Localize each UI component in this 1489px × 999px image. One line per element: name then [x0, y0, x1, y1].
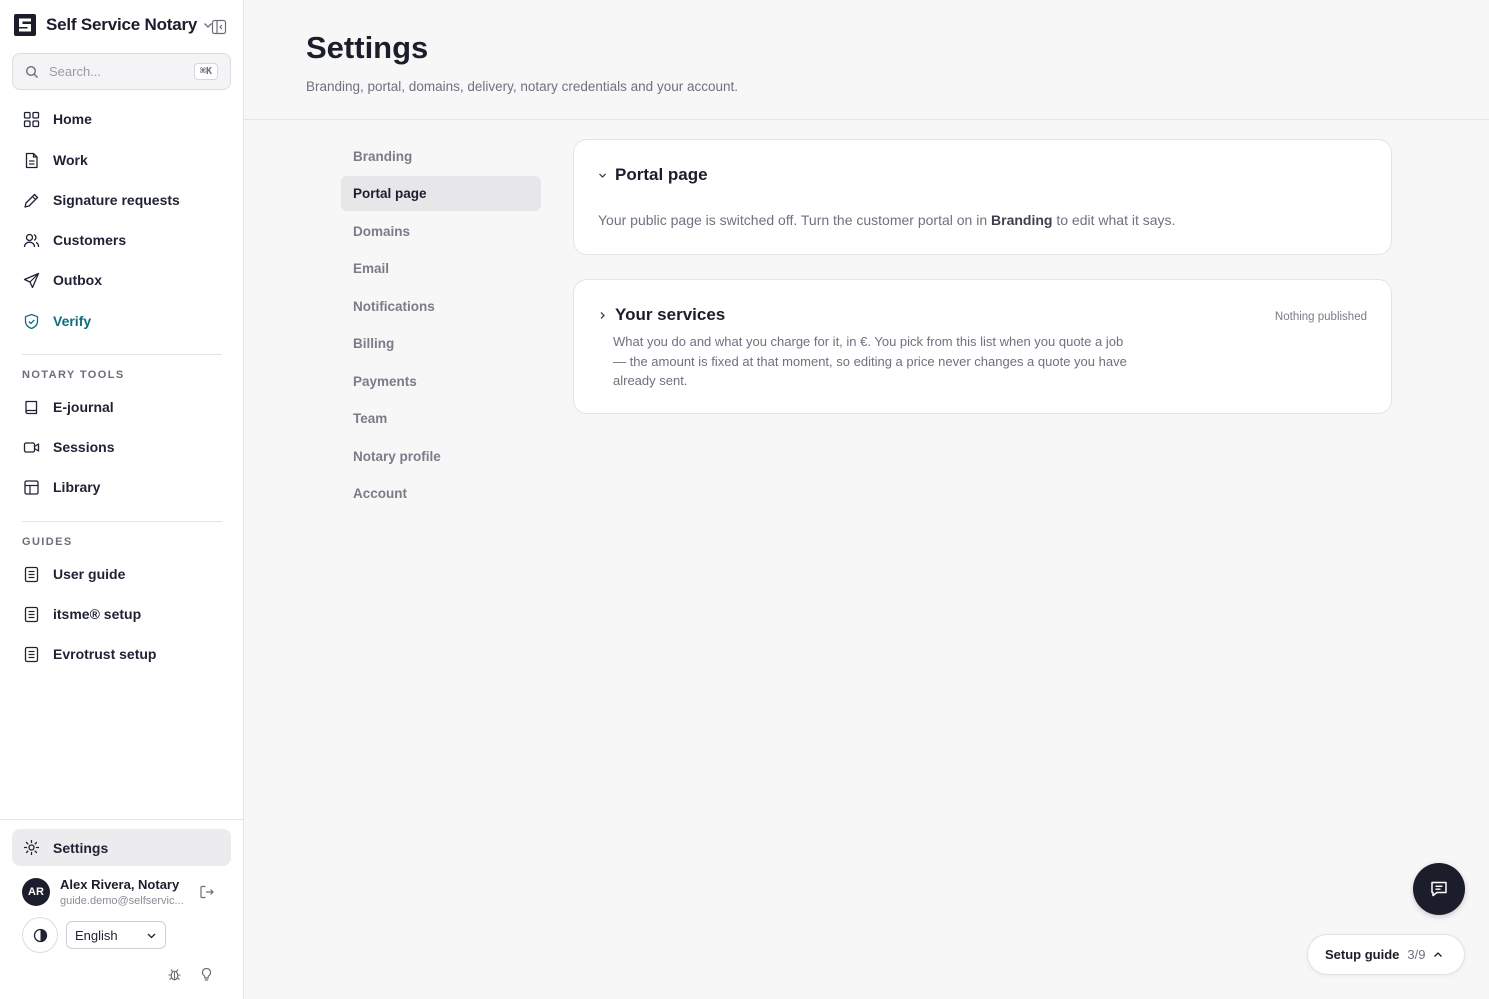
logout-icon[interactable]: [199, 884, 215, 900]
page-header: Settings Branding, portal, domains, deli…: [244, 0, 1489, 120]
collapse-sidebar-icon[interactable]: [211, 19, 227, 35]
video-icon: [23, 441, 40, 453]
sidebar-footer-divider: [0, 819, 243, 820]
settings-nav-team[interactable]: Team: [341, 401, 541, 436]
nav-label: Signature requests: [53, 192, 180, 208]
nav-label: Verify: [53, 313, 92, 329]
nav-label: itsme® setup: [53, 606, 142, 622]
settings-nav-domains[interactable]: Domains: [341, 214, 541, 249]
pen-icon: [24, 193, 39, 208]
chevron-down-icon: [599, 173, 606, 178]
settings-nav-account[interactable]: Account: [341, 476, 541, 511]
settings-nav-portal-page[interactable]: Portal page: [341, 176, 541, 211]
your-services-card: Your services Nothing published What you…: [573, 279, 1392, 414]
user-email: guide.demo@selfservic...: [60, 895, 184, 907]
setup-guide-progress: 3/9: [1407, 947, 1426, 962]
nav-item-verify[interactable]: Verify: [12, 303, 231, 339]
chevron-right-icon: [600, 311, 605, 319]
grid-icon: [23, 111, 40, 127]
section-title-guides: GUIDES: [22, 536, 73, 548]
chevron-up-icon: [1434, 951, 1443, 957]
card-title: Your services: [615, 305, 726, 324]
nav-label: Library: [53, 479, 101, 495]
search-placeholder: Search...: [49, 64, 102, 79]
nav-label: Sessions: [53, 439, 115, 455]
sidebar-divider: [22, 354, 222, 355]
page-subtitle: Branding, portal, domains, delivery, not…: [306, 79, 738, 94]
book-icon: [25, 400, 38, 414]
portal-page-card-header[interactable]: Portal page: [598, 165, 708, 185]
nav-item-sessions[interactable]: Sessions: [12, 429, 231, 465]
nav-label: Outbox: [53, 272, 102, 288]
setup-guide-label: Setup guide: [1325, 947, 1400, 962]
nav-label: Evrotrust setup: [53, 646, 157, 662]
setup-guide-button[interactable]: Setup guide 3/9: [1307, 934, 1465, 975]
nav-item-work[interactable]: Work: [12, 142, 231, 178]
guide-book-icon: [24, 566, 39, 582]
search-icon: [25, 65, 38, 78]
portal-page-message: Your public page is switched off. Turn t…: [598, 212, 1175, 228]
your-services-card-header[interactable]: Your services: [598, 305, 725, 325]
search-shortcut: ⌘K: [193, 63, 218, 80]
sidebar-divider: [22, 521, 222, 522]
language-selected: English: [75, 927, 118, 943]
settings-nav-billing[interactable]: Billing: [341, 326, 541, 361]
users-icon: [23, 233, 40, 247]
nav-item-evrotrust-setup[interactable]: Evrotrust setup: [12, 636, 231, 672]
settings-nav-payments[interactable]: Payments: [341, 364, 541, 399]
services-description: What you do and what you charge for it, …: [613, 334, 1127, 388]
settings-nav-notary-profile[interactable]: Notary profile: [341, 439, 541, 474]
nav-item-signature-requests[interactable]: Signature requests: [12, 182, 231, 218]
contrast-icon: [33, 928, 47, 942]
page-title: Settings: [306, 30, 429, 65]
settings-nav-notifications[interactable]: Notifications: [341, 289, 541, 324]
portal-page-card: Portal page Your public page is switched…: [573, 139, 1392, 255]
brand-switcher[interactable]: Self Service Notary: [14, 14, 213, 36]
nav-label: E-journal: [53, 399, 114, 415]
bug-report-icon[interactable]: [167, 967, 182, 982]
nav-label: Customers: [53, 232, 127, 248]
search-input[interactable]: Search... ⌘K: [12, 53, 231, 90]
nav-item-home[interactable]: Home: [12, 101, 231, 137]
sidebar: Self Service Notary Search... ⌘K Home Wo…: [0, 0, 244, 999]
nav-item-e-journal[interactable]: E-journal: [12, 389, 231, 425]
theme-toggle-button[interactable]: [22, 917, 58, 953]
nav-item-user-guide[interactable]: User guide: [12, 556, 231, 592]
avatar: AR: [22, 878, 50, 906]
nav-item-itsme-setup[interactable]: itsme® setup: [12, 596, 231, 632]
publish-status: Nothing published: [1274, 311, 1367, 323]
document-icon: [25, 152, 38, 168]
portal-message-text-end: to edit what it says.: [1052, 212, 1176, 228]
guide-book-icon: [24, 646, 39, 662]
shield-check-icon: [24, 313, 39, 329]
nav-label: Home: [53, 111, 92, 127]
portal-message-text: Your public page is switched off. Turn t…: [598, 212, 992, 228]
settings-nav-email[interactable]: Email: [341, 251, 541, 286]
card-title: Portal page: [615, 165, 708, 184]
lightbulb-icon[interactable]: [199, 967, 214, 982]
settings-nav-branding[interactable]: Branding: [341, 139, 541, 174]
nav-label: Settings: [53, 839, 109, 856]
branding-link-text: Branding: [991, 212, 1053, 228]
send-icon: [23, 272, 40, 288]
gear-icon: [23, 839, 40, 856]
chevron-down-icon: [147, 933, 156, 938]
user-name: Alex Rivera, Notary: [60, 877, 180, 892]
language-select[interactable]: English: [66, 921, 166, 949]
app-name: Self Service Notary: [46, 15, 198, 34]
app-logo-icon: [14, 14, 36, 36]
nav-item-settings[interactable]: Settings: [12, 829, 231, 866]
nav-item-library[interactable]: Library: [12, 469, 231, 505]
chat-button[interactable]: [1413, 863, 1465, 915]
nav-item-outbox[interactable]: Outbox: [12, 262, 231, 298]
nav-label: Work: [53, 152, 88, 168]
nav-label: User guide: [53, 566, 126, 582]
guide-book-icon: [24, 606, 39, 622]
nav-item-customers[interactable]: Customers: [12, 222, 231, 258]
section-title-notary-tools: NOTARY TOOLS: [22, 369, 125, 381]
chat-icon: [1431, 881, 1447, 897]
library-icon: [24, 479, 39, 495]
